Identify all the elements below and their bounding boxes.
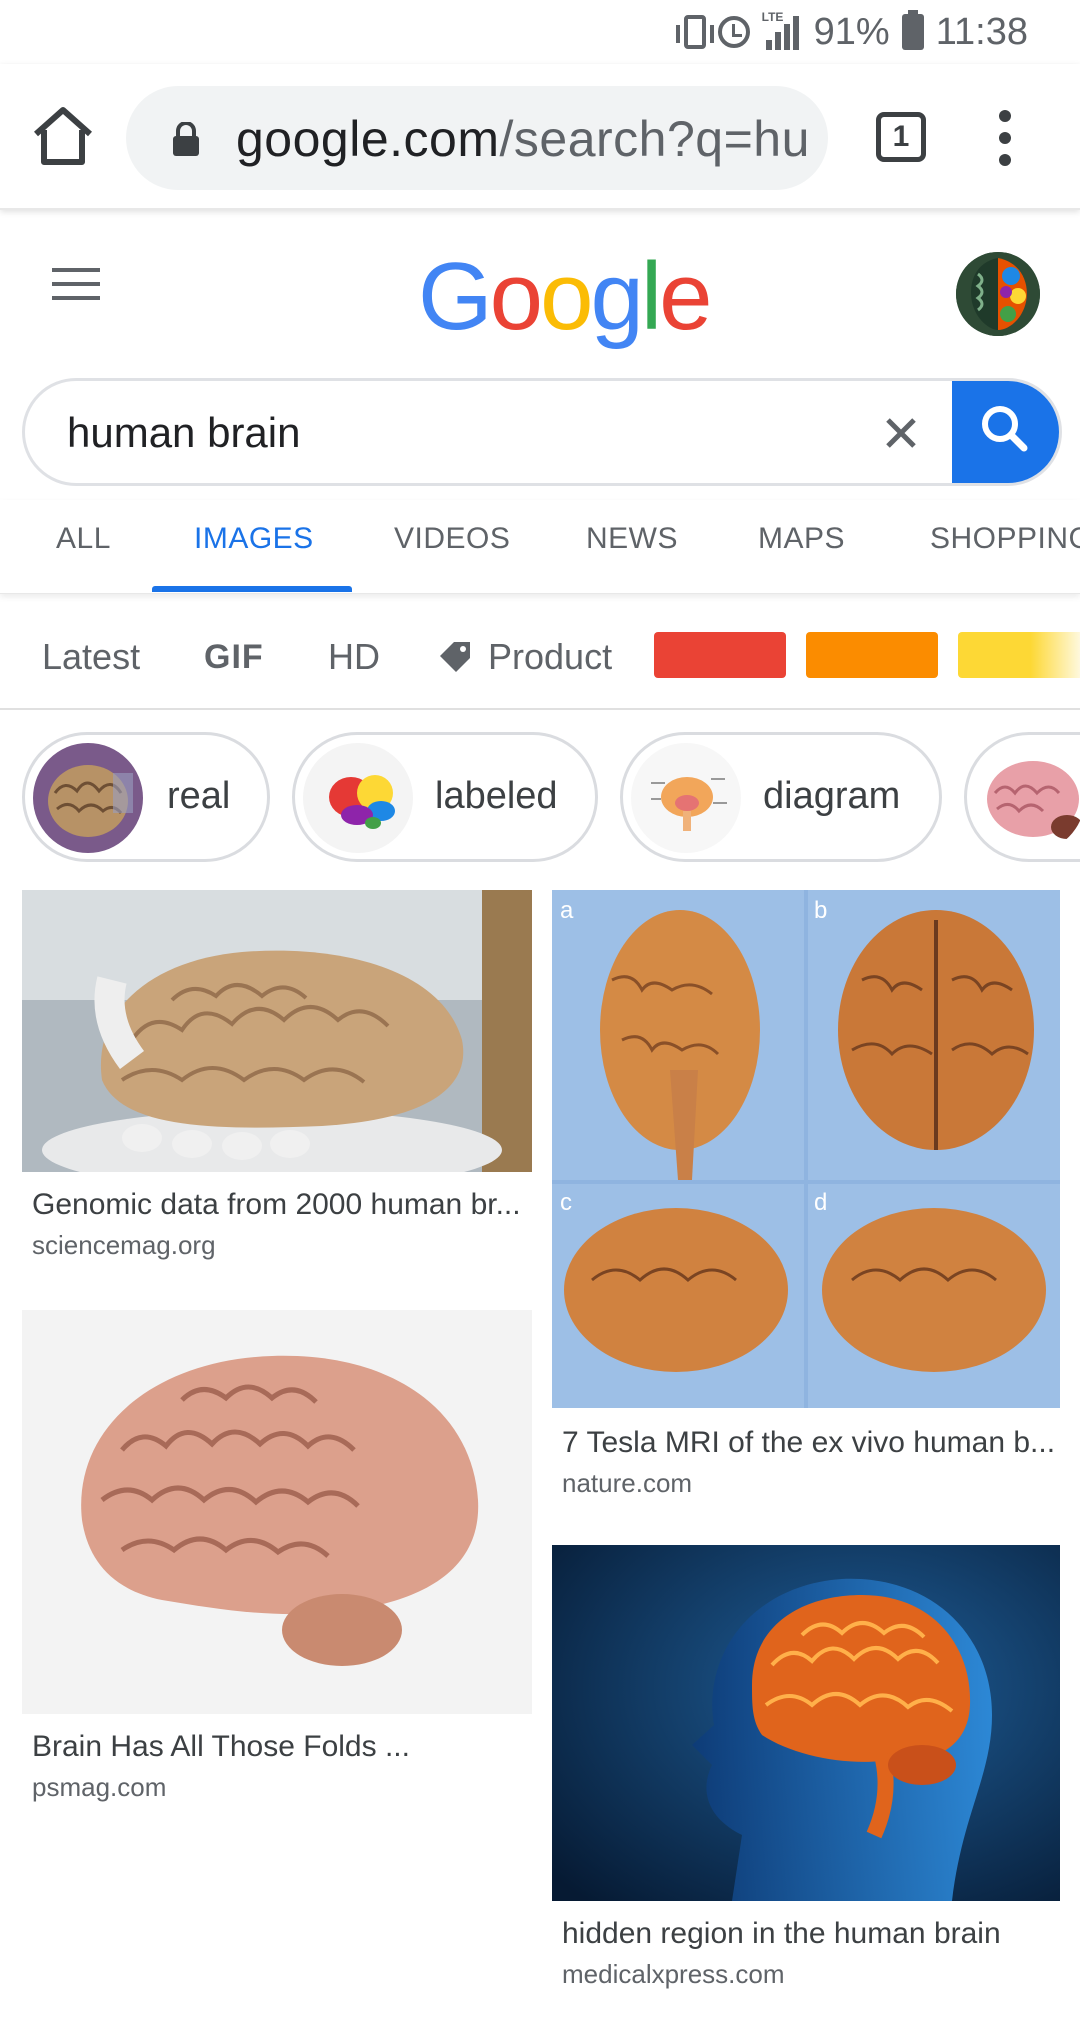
mri-label-c: c — [560, 1189, 572, 1216]
tab-videos[interactable]: VIDEOS — [394, 522, 510, 556]
color-filter-yellow[interactable] — [958, 632, 1080, 678]
avatar[interactable] — [956, 252, 1040, 336]
lock-icon — [172, 121, 200, 156]
search-button[interactable] — [952, 381, 1059, 483]
result-source[interactable]: medicalxpress.com — [562, 1959, 785, 1990]
battery-percent: 91% — [813, 10, 890, 53]
hamburger-menu-icon[interactable] — [52, 268, 102, 304]
url-path: /search?q=human+brain — [499, 111, 807, 167]
clear-icon[interactable] — [871, 403, 931, 463]
filter-product[interactable]: Product — [488, 636, 612, 678]
result-title[interactable]: hidden region in the human brain — [562, 1917, 1060, 1951]
search-tabs: ALL IMAGES VIDEOS NEWS MAPS SHOPPING — [0, 500, 1080, 594]
logo-letter: e — [659, 243, 712, 350]
chip-more[interactable] — [964, 732, 1080, 862]
search-input[interactable]: human brain — [67, 409, 300, 457]
active-tab-indicator — [152, 586, 352, 592]
tab-switcher-button[interactable]: 1 — [876, 112, 926, 162]
home-icon[interactable] — [28, 104, 98, 168]
alarm-icon — [717, 16, 750, 48]
tab-news[interactable]: NEWS — [586, 522, 678, 556]
signal-icon: LTE — [762, 10, 802, 50]
url-text: google.com/search?q=human+brain — [236, 110, 806, 168]
related-chips: real labeled diagram — [0, 730, 1080, 864]
result-source[interactable]: psmag.com — [32, 1772, 166, 1803]
brain-diagram-thumb — [631, 743, 741, 853]
image-result[interactable]: Brain Has All Those Folds ... psmag.com — [22, 1310, 532, 1810]
image-result[interactable]: hidden region in the human brain medical… — [552, 1545, 1060, 1989]
brain-real-thumb — [33, 743, 143, 853]
search-icon — [982, 406, 1028, 452]
address-bar[interactable]: google.com/search?q=human+brain — [126, 86, 828, 190]
filter-gif[interactable]: GIF — [204, 638, 264, 677]
url-domain: google.com — [236, 111, 500, 167]
status-icons: LTE 91% 11:38 — [675, 8, 1028, 56]
chip-label: real — [167, 775, 231, 817]
result-title[interactable]: Genomic data from 2000 human br... — [32, 1188, 532, 1222]
result-source[interactable]: sciencemag.org — [32, 1230, 216, 1261]
logo-letter: o — [489, 243, 543, 350]
chip-label: labeled — [435, 775, 558, 817]
tab-all[interactable]: ALL — [56, 522, 111, 556]
filter-hd[interactable]: HD — [328, 636, 380, 678]
search-box[interactable]: human brain — [22, 378, 1062, 486]
chip-label: diagram — [763, 775, 901, 817]
browser-toolbar: google.com/search?q=human+brain 1 — [0, 64, 1080, 210]
status-bar: LTE 91% 11:38 — [0, 0, 1080, 64]
tab-shopping[interactable]: SHOPPING — [930, 522, 1080, 556]
battery-icon — [901, 10, 924, 50]
tab-images[interactable]: IMAGES — [194, 522, 314, 556]
color-filter-orange[interactable] — [806, 632, 938, 678]
result-thumbnail[interactable]: a b c d — [552, 890, 1060, 1408]
mri-label-b: b — [814, 897, 827, 924]
tag-icon — [438, 640, 474, 674]
image-result[interactable]: a b c d 7 Tesla MRI of the ex vivo human… — [552, 890, 1060, 1510]
chip-diagram[interactable]: diagram — [620, 732, 942, 862]
filter-bar: Latest GIF HD Product — [0, 602, 1080, 710]
brain-pink-thumb — [975, 743, 1080, 853]
color-filter-red[interactable] — [654, 632, 786, 678]
chip-labeled[interactable]: labeled — [292, 732, 598, 862]
logo-letter: l — [640, 243, 662, 350]
google-logo[interactable]: Google — [418, 242, 713, 352]
result-thumbnail[interactable] — [22, 890, 532, 1172]
filter-latest[interactable]: Latest — [42, 636, 140, 678]
tab-maps[interactable]: MAPS — [758, 522, 845, 556]
overflow-menu-icon[interactable] — [990, 110, 1020, 166]
image-result[interactable]: Genomic data from 2000 human br... scien… — [22, 890, 532, 1270]
clock: 11:38 — [935, 10, 1028, 53]
result-thumbnail[interactable] — [552, 1545, 1060, 1901]
chip-real[interactable]: real — [22, 732, 270, 862]
mri-label-a: a — [560, 897, 574, 924]
vibrate-icon — [675, 15, 714, 49]
result-title[interactable]: Brain Has All Those Folds ... — [32, 1730, 532, 1764]
mri-label-d: d — [814, 1189, 827, 1216]
result-thumbnail[interactable] — [22, 1310, 532, 1714]
logo-letter: o — [540, 243, 593, 350]
brain-labeled-thumb — [303, 743, 413, 853]
network-type: LTE — [761, 10, 784, 24]
result-source[interactable]: nature.com — [562, 1468, 692, 1499]
logo-letter: g — [590, 243, 643, 350]
result-title[interactable]: 7 Tesla MRI of the ex vivo human b... — [562, 1426, 1060, 1460]
logo-letter: G — [418, 243, 493, 350]
google-header: Google — [0, 212, 1080, 372]
